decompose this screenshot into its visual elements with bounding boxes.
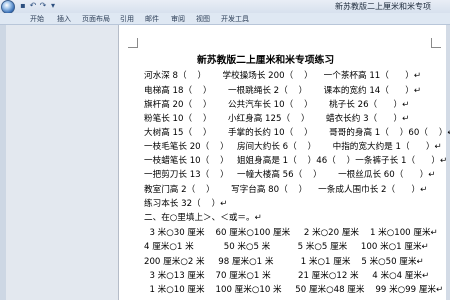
text-line: 一枝蜡笔长 10（ ） 姐姐身高是 1（ ）46（ ）一条裤子长 1（ ）↵ xyxy=(144,156,448,166)
text-line: 教室门高 2（ ） 写字台高 80（ ） 一条成人围巾长 2（ ）↵ xyxy=(144,185,428,195)
tab-page-layout[interactable]: 页面布局 xyxy=(82,14,110,24)
tab-insert[interactable]: 插入 xyxy=(57,14,71,24)
text-line: 4 厘米○1 米 50 米○5 米 5 米○5 厘米 100 米○1 厘米↵ xyxy=(144,242,429,252)
window-title: 新苏教版二上厘米和米专项 xyxy=(335,2,431,11)
text-line: 河水深 8（ ） 学校操场长 200（ ） 一个茶杯高 11（ ）↵ xyxy=(144,71,422,81)
undo-icon[interactable]: ↶ xyxy=(28,1,38,11)
tab-review[interactable]: 审阅 xyxy=(171,14,185,24)
text-line: 旗杆高 20（ ） 公共汽车长 10（ ） 桃子长 26（ ）↵ xyxy=(144,100,410,110)
text-line: 一枝毛笔长 20（ ） 房间大约长 6（ ） 中指的宽大约是 1（ ）↵ xyxy=(144,142,442,152)
tab-home[interactable]: 开始 xyxy=(30,14,44,24)
title-bar: ▪ ↶ ↷ ▾ 新苏教版二上厘米和米专项 xyxy=(0,0,450,14)
tab-view[interactable]: 视图 xyxy=(196,14,210,24)
section-heading: 二、在○里填上＞、＜或＝。↵ xyxy=(144,213,262,223)
dropdown-icon[interactable]: ▾ xyxy=(48,1,58,11)
text-line: 电梯高 18（ ） 一根跳绳长 2（ ） 课本的宽约 14（ ）↵ xyxy=(144,86,422,96)
text-line: 大树高 15（ ） 手掌的长约 10（ ） 哥哥的身高 1（ ）60（ ）↵ xyxy=(144,128,450,138)
text-line: 一把剪刀长 13（ ） 一幢大楼高 56（ ） 一根丝瓜长 60（ ）↵ xyxy=(144,170,436,180)
text-line: 3 米○30 厘米 60 厘米○100 厘米 2 米○20 厘米 1 米○100… xyxy=(144,228,438,238)
text-line: 3 米○13 厘米 70 厘米○1 米 21 厘米○12 米 4 米○4 厘米↵ xyxy=(144,271,430,281)
ribbon-tab-bar: 开始 插入 页面布局 引用 邮件 审阅 视图 开发工具 xyxy=(0,13,450,25)
text-line: 200 厘米○2 米 98 厘米○1 米 1 米○1 厘米 5 米○50 厘米↵ xyxy=(144,257,424,267)
text-line: 粉笔长 10（ ） 小红身高 125（ ） 蜡衣长约 3（ ）↵ xyxy=(144,114,410,124)
save-icon[interactable]: ▪ xyxy=(18,1,28,11)
office-button[interactable] xyxy=(1,0,15,14)
redo-icon[interactable]: ↷ xyxy=(38,1,48,11)
tab-mailings[interactable]: 邮件 xyxy=(145,14,159,24)
crop-mark-top-left xyxy=(128,38,138,48)
text-line: 1 米○10 厘米 100 厘米○10 米 50 厘米○48 厘米 99 米○9… xyxy=(144,285,444,295)
crop-mark-top-right xyxy=(431,38,441,48)
tab-references[interactable]: 引用 xyxy=(120,14,134,24)
text-line: 练习本长 32（ ）↵ xyxy=(144,199,228,209)
tab-developer[interactable]: 开发工具 xyxy=(221,14,249,24)
document-title: 新苏教版二上厘米和米专项练习 xyxy=(197,55,335,66)
